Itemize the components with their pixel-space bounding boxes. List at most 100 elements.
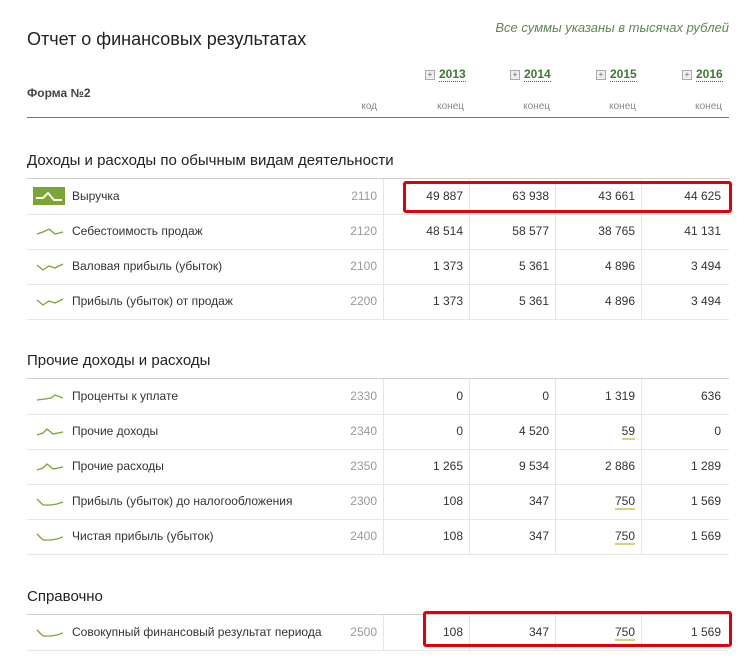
value-cell-2015: 38 765: [560, 224, 635, 238]
row-label: Чистая прибыль (убыток): [72, 529, 214, 543]
year-link[interactable]: 2016: [696, 67, 723, 82]
expand-icon[interactable]: +: [425, 70, 435, 80]
value-text[interactable]: 59: [621, 424, 635, 440]
value-cell-2016: 3 494: [646, 294, 721, 308]
value-cell-2015: 1 319: [560, 389, 635, 403]
sparkline-icon[interactable]: [35, 494, 65, 508]
table-row[interactable]: Прочие расходы 2350 1 265 9 534 2 886 1 289: [27, 449, 729, 485]
value-text: 1 265: [432, 459, 463, 473]
column-separator: [641, 214, 642, 249]
year-header-2016[interactable]: +2016: [682, 67, 723, 82]
row-code: 2500: [350, 625, 377, 639]
table-row[interactable]: Прибыль (убыток) до налогообложения 2300 1…: [27, 484, 729, 520]
table-row[interactable]: Себестоимость продаж 2120 48 514 58 577 38 7…: [27, 214, 729, 250]
value-text[interactable]: 750: [614, 494, 635, 510]
value-cell-2015[interactable]: 750: [560, 529, 635, 545]
value-text: 1 373: [432, 259, 463, 273]
row-code: 2340: [350, 424, 377, 438]
value-text: 0: [542, 389, 549, 403]
value-cell-2013: 0: [388, 424, 463, 438]
value-text: 1 569: [690, 529, 721, 543]
value-text: 347: [528, 529, 549, 543]
value-text: 1 569: [690, 494, 721, 508]
column-separator: [555, 214, 556, 249]
row-code: 2300: [350, 494, 377, 508]
value-text: 4 896: [604, 294, 635, 308]
value-cell-2013: 1 373: [388, 294, 463, 308]
table-row[interactable]: Чистая прибыль (убыток) 2400 108 347 750 1 56…: [27, 519, 729, 555]
value-text: 3 494: [690, 259, 721, 273]
value-cell-2015[interactable]: 59: [560, 424, 635, 440]
form-label: Форма №2: [27, 86, 91, 100]
column-separator: [469, 519, 470, 554]
value-cell-2014: 5 361: [474, 294, 549, 308]
table-row[interactable]: Прочие доходы 2340 0 4 520 59 0: [27, 414, 729, 450]
sparkline-icon[interactable]: [35, 529, 65, 543]
year-header-2014[interactable]: +2014: [510, 67, 551, 82]
table-row[interactable]: Проценты к уплате 2330 0 0 1 319 636: [27, 379, 729, 415]
year-header-2015[interactable]: +2015: [596, 67, 637, 82]
sparkline-icon[interactable]: [35, 459, 65, 473]
year-link[interactable]: 2014: [524, 67, 551, 82]
value-text: 636: [700, 389, 721, 403]
column-separator: [469, 414, 470, 449]
expand-icon[interactable]: +: [596, 70, 606, 80]
sparkline-icon[interactable]: [33, 187, 65, 205]
section-title: Прочие доходы и расходы: [27, 352, 211, 369]
value-cell-2013: 108: [388, 529, 463, 543]
value-cell-2016: 1 569: [646, 529, 721, 543]
value-cell-2015: 4 896: [560, 259, 635, 273]
value-cell-2014: 0: [474, 389, 549, 403]
sparkline-icon[interactable]: [35, 259, 65, 273]
year-link[interactable]: 2013: [439, 67, 466, 82]
column-separator: [555, 249, 556, 284]
value-cell-2013: 0: [388, 389, 463, 403]
value-cell-2015[interactable]: 750: [560, 494, 635, 510]
value-cell-2016: 3 494: [646, 259, 721, 273]
column-separator: [555, 519, 556, 554]
row-label: Валовая прибыль (убыток): [72, 259, 223, 273]
konec-label: конец: [437, 101, 464, 112]
year-header-2013[interactable]: +2013: [425, 67, 466, 82]
value-cell-2015: 4 896: [560, 294, 635, 308]
row-code: 2400: [350, 529, 377, 543]
table-row[interactable]: Валовая прибыль (убыток) 2100 1 373 5 361 4 …: [27, 249, 729, 285]
column-separator: [641, 519, 642, 554]
page-title: Отчет о финансовых результатах: [27, 29, 307, 49]
currency-note: Все суммы указаны в тысячах рублей: [495, 20, 729, 35]
column-separator: [383, 449, 384, 484]
sparkline-icon[interactable]: [35, 625, 65, 639]
value-cell-2016: 1 569: [646, 494, 721, 508]
table-row[interactable]: Прибыль (убыток) от продаж 2200 1 373 5 361…: [27, 284, 729, 320]
column-separator: [469, 214, 470, 249]
column-separator: [641, 284, 642, 319]
expand-icon[interactable]: +: [682, 70, 692, 80]
row-label: Прочие доходы: [72, 424, 159, 438]
year-link[interactable]: 2015: [610, 67, 637, 82]
highlight-box-revenue: [403, 181, 732, 213]
value-cell-2013: 1 373: [388, 259, 463, 273]
expand-icon[interactable]: +: [510, 70, 520, 80]
section-title: Доходы и расходы по обычным видам деятел…: [27, 152, 394, 169]
value-text: 48 514: [426, 224, 463, 238]
value-cell-2014: 4 520: [474, 424, 549, 438]
column-separator: [383, 179, 384, 214]
row-label: Себестоимость продаж: [72, 224, 203, 238]
value-cell-2014: 9 534: [474, 459, 549, 473]
value-cell-2014: 58 577: [474, 224, 549, 238]
sparkline-icon[interactable]: [35, 224, 65, 238]
row-code: 2330: [350, 389, 377, 403]
value-text[interactable]: 750: [614, 529, 635, 545]
highlight-box-total: [423, 611, 732, 647]
sparkline-icon[interactable]: [35, 424, 65, 438]
value-text: 0: [714, 424, 721, 438]
value-text: 1 289: [690, 459, 721, 473]
sparkline-icon[interactable]: [35, 294, 65, 308]
sparkline-icon[interactable]: [35, 389, 65, 403]
value-cell-2015: 2 886: [560, 459, 635, 473]
value-text: 5 361: [518, 259, 549, 273]
row-label: Выручка: [72, 189, 120, 203]
value-cell-2014: 5 361: [474, 259, 549, 273]
row-code: 2200: [350, 294, 377, 308]
row-code: 2350: [350, 459, 377, 473]
